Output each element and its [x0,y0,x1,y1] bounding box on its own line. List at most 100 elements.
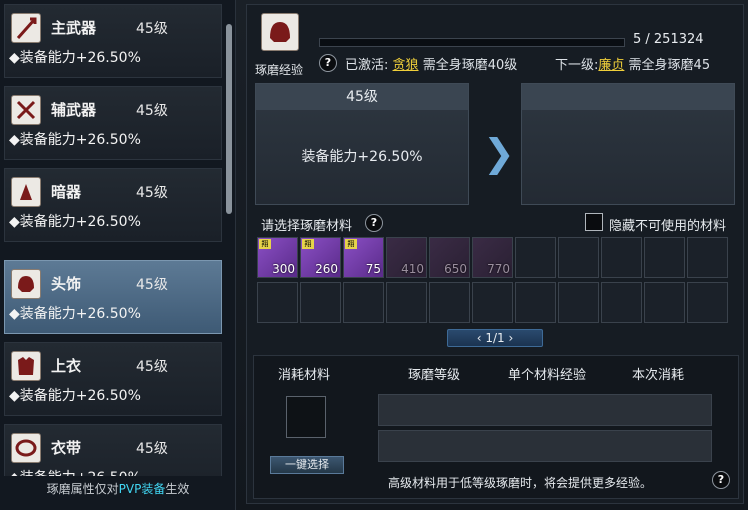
equipment-name: 上衣 [51,357,82,375]
material-slot[interactable] [257,282,298,323]
equipment-item-top[interactable]: 上衣 45级 ◆装备能力+26.50% [4,342,222,416]
material-slot[interactable] [515,237,556,278]
belt-icon [11,433,41,463]
material-quantity: 300 [272,262,295,276]
next-requirement: 需全身琢磨45 [628,58,711,73]
col-unit-exp: 单个材料经验 [508,368,587,383]
material-select-title: 请选择琢磨材料 [261,219,353,234]
next-bonus: 下一级:廉贞 需全身琢磨45 [555,54,710,73]
current-level: 45级 [256,84,468,110]
equipment-bonus: ◆装备能力+26.50% [9,306,141,322]
equipment-name: 头饰 [51,275,82,293]
refine-panel: 琢磨经验 5 / 251324 ? 已激活: 贪狼 需全身琢磨40级 下一级:廉… [246,4,744,504]
chevron-right-icon: ❯ [483,131,515,175]
equipment-item-headwear[interactable]: 头饰 45级 ◆装备能力+26.50% [4,260,222,334]
armor-icon [11,351,41,381]
chevron-left-icon[interactable]: ‹ [477,331,482,345]
material-slot[interactable] [429,282,470,323]
chevron-right-icon[interactable]: › [508,331,513,345]
active-requirement: 需全身琢磨40级 [422,58,518,73]
active-bonus: 已激活: 贪狼 需全身琢磨40级 [345,54,517,73]
material-slot[interactable]: 翔 75 [343,237,384,278]
equipment-item-main-weapon[interactable]: 主武器 45级 ◆装备能力+26.50% [4,4,222,78]
equipment-level: 45级 [136,359,168,375]
equipment-level: 45级 [136,277,168,293]
equipment-bonus: ◆装备能力+26.50% [9,214,141,230]
material-slot[interactable] [472,282,513,323]
material-slot[interactable] [343,282,384,323]
material-slot[interactable] [644,237,685,278]
material-slot[interactable] [601,237,642,278]
list-scrollbar[interactable] [226,24,232,214]
col-consume-material: 消耗材料 [278,368,331,383]
equipment-bonus: ◆装备能力+26.50% [9,50,141,66]
equipment-name: 暗器 [51,183,82,201]
equipment-panel: 主武器 45级 ◆装备能力+26.50% 辅武器 45级 ◆装备能力+26.50… [0,0,236,510]
equipment-list: 主武器 45级 ◆装备能力+26.50% 辅武器 45级 ◆装备能力+26.50… [4,4,222,476]
material-quantity: 75 [365,262,381,276]
material-slot[interactable] [386,282,427,323]
material-slot[interactable] [687,237,728,278]
equipment-name: 衣带 [51,439,82,457]
material-slot[interactable]: 410 [386,237,427,278]
equipment-bonus: ◆装备能力+26.50% [9,467,141,476]
consume-panel: 消耗材料 琢磨等级 单个材料经验 本次消耗 一键选择 高级材料用于低等级琢磨时，… [253,355,739,499]
help-icon[interactable]: ? [365,214,383,232]
material-slot[interactable] [558,237,599,278]
material-quantity: 650 [444,262,467,276]
next-level-header [522,84,734,110]
material-grid: 翔 300 翔 260 翔 75 410 650 770 [257,237,735,323]
sword-icon [11,95,41,125]
page-indicator: 1/1 [485,331,505,345]
material-slot[interactable]: 翔 300 [257,237,298,278]
material-slot[interactable] [300,282,341,323]
active-star-link[interactable]: 贪狼 [393,58,419,73]
current-bonus: 装备能力+26.50% [301,149,423,165]
current-level-card: 45级 装备能力+26.50% [255,83,469,205]
refine-exp-icon [261,13,299,51]
material-quantity: 260 [315,262,338,276]
active-prefix: 已激活: [345,58,389,73]
equipment-item-sub-weapon[interactable]: 辅武器 45级 ◆装备能力+26.50% [4,86,222,160]
next-star-link[interactable]: 廉贞 [598,58,624,73]
material-slot[interactable] [558,282,599,323]
material-slot[interactable]: 770 [472,237,513,278]
helmet-icon [11,269,41,299]
footnote-text: 生效 [165,482,190,496]
footnote-text: 琢磨属性仅对 [46,482,119,496]
equipment-level: 45级 [136,441,168,457]
equipment-level: 45级 [136,185,168,201]
material-quantity: 770 [487,262,510,276]
consume-row [378,430,712,462]
col-refine-level: 琢磨等级 [408,368,461,383]
hide-unusable-checkbox[interactable] [585,213,603,231]
one-click-select-button[interactable]: 一键选择 [270,456,344,474]
equipment-bonus: ◆装备能力+26.50% [9,388,141,404]
material-slot[interactable] [601,282,642,323]
equipment-level: 45级 [136,103,168,119]
material-select-bar: 请选择琢磨材料 ? 隐藏不可使用的材料 [253,211,741,235]
material-tag: 翔 [345,239,357,249]
consume-slot[interactable] [286,396,326,438]
material-slot[interactable]: 翔 260 [300,237,341,278]
consume-row [378,394,712,426]
help-icon[interactable]: ? [712,471,730,489]
footnote-highlight: PVP装备 [118,482,166,496]
next-level-card [521,83,735,205]
window: 主武器 45级 ◆装备能力+26.50% 辅武器 45级 ◆装备能力+26.50… [0,0,748,510]
material-slot[interactable] [515,282,556,323]
material-tag: 翔 [259,239,271,249]
material-slot[interactable] [644,282,685,323]
material-slot[interactable]: 650 [429,237,470,278]
pvp-footnote: 琢磨属性仅对PVP装备生效 [0,480,236,497]
equipment-bonus: ◆装备能力+26.50% [9,132,141,148]
help-icon[interactable]: ? [319,54,337,72]
material-slot[interactable] [687,282,728,323]
col-cost: 本次消耗 [632,368,685,383]
pager: ‹ 1/1 › [447,329,543,347]
equipment-name: 主武器 [51,19,97,37]
exp-progress-text: 5 / 251324 [633,32,704,47]
material-tag: 翔 [302,239,314,249]
equipment-item-belt[interactable]: 衣带 45级 ◆装备能力+26.50% [4,424,222,476]
equipment-item-hidden-weapon[interactable]: 暗器 45级 ◆装备能力+26.50% [4,168,222,242]
